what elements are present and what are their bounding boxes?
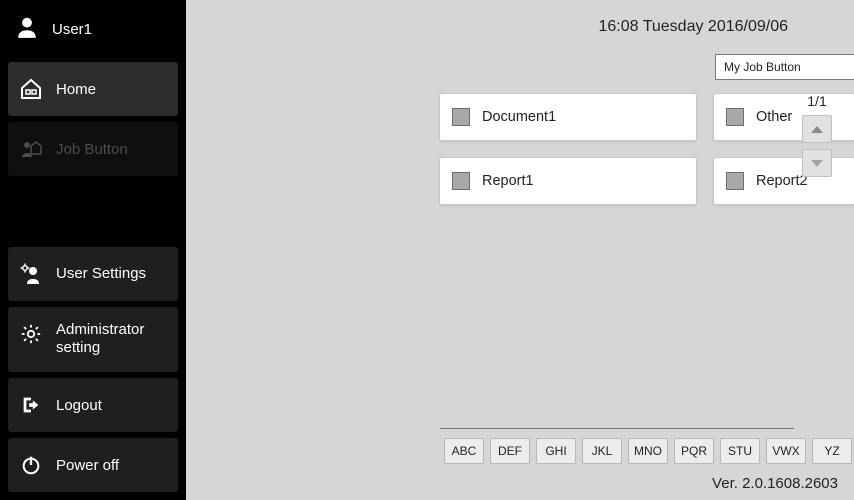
alpha-key-mno[interactable]: MNO bbox=[628, 438, 668, 464]
alpha-key-label: DEF bbox=[498, 444, 522, 458]
job-button-label: Report1 bbox=[482, 173, 534, 189]
triangle-up-icon bbox=[811, 126, 823, 133]
sidebar-item-label: Home bbox=[56, 81, 96, 98]
alpha-key-jkl[interactable]: JKL bbox=[582, 438, 622, 464]
sidebar-item-label: Job Button bbox=[56, 141, 128, 158]
alpha-filter-row: ABC DEF GHI JKL MNO PQR STU VWX YZ 0-9 bbox=[444, 438, 854, 464]
alpha-key-label: STU bbox=[728, 444, 752, 458]
job-button-label: Report2 bbox=[756, 173, 808, 189]
sidebar-item-label-line1: Administrator bbox=[56, 321, 144, 340]
alpha-key-label: ABC bbox=[452, 444, 477, 458]
job-thumbnail-icon bbox=[726, 172, 744, 190]
job-thumbnail-icon bbox=[452, 108, 470, 126]
sidebar-item-label: User Settings bbox=[56, 265, 146, 282]
main-area: 16:08 Tuesday 2016/09/06 My Job Button D… bbox=[186, 0, 854, 500]
alpha-key-label: PQR bbox=[681, 444, 707, 458]
sidebar-item-label-stack: Administrator setting bbox=[56, 321, 144, 359]
job-thumbnail-icon bbox=[452, 172, 470, 190]
job-button-label: Document1 bbox=[482, 109, 556, 125]
alpha-key-label: VWX bbox=[772, 444, 799, 458]
datetime-label: 16:08 Tuesday 2016/09/06 bbox=[186, 18, 788, 36]
dropdown-selected-label: My Job Button bbox=[724, 60, 801, 74]
job-button-label: Other bbox=[756, 109, 792, 125]
alpha-key-ghi[interactable]: GHI bbox=[536, 438, 576, 464]
sidebar-item-home[interactable]: Home bbox=[8, 62, 178, 116]
alpha-key-label: JKL bbox=[592, 444, 613, 458]
user-label: User1 bbox=[52, 21, 92, 38]
sidebar-item-logout[interactable]: Logout bbox=[8, 378, 178, 432]
sidebar-item-label: Logout bbox=[56, 397, 102, 414]
sidebar-top: User1 Home Job Button bbox=[8, 8, 178, 176]
sidebar-item-user-settings[interactable]: User Settings bbox=[8, 247, 178, 301]
alpha-key-label: YZ bbox=[824, 444, 839, 458]
job-thumbnail-icon bbox=[726, 108, 744, 126]
sidebar-item-administrator-setting[interactable]: Administrator setting bbox=[8, 307, 178, 373]
logout-icon bbox=[18, 392, 44, 418]
sidebar-item-job-button: Job Button bbox=[8, 122, 178, 176]
sidebar-item-label-line2: setting bbox=[56, 339, 144, 358]
user-block: User1 bbox=[8, 8, 178, 56]
job-button-other[interactable]: Other bbox=[713, 93, 854, 141]
alpha-key-yz[interactable]: YZ bbox=[812, 438, 852, 464]
alpha-key-pqr[interactable]: PQR bbox=[674, 438, 714, 464]
alpha-key-stu[interactable]: STU bbox=[720, 438, 760, 464]
job-button-report2[interactable]: Report2 bbox=[713, 157, 854, 205]
power-icon bbox=[18, 452, 44, 478]
job-button-report1[interactable]: Report1 bbox=[439, 157, 697, 205]
job-button-document1[interactable]: Document1 bbox=[439, 93, 697, 141]
sidebar-item-power-off[interactable]: Power off bbox=[8, 438, 178, 492]
alpha-key-def[interactable]: DEF bbox=[490, 438, 530, 464]
page-up-button[interactable] bbox=[802, 115, 832, 143]
gear-icon bbox=[18, 321, 44, 347]
user-settings-icon bbox=[18, 261, 44, 287]
version-label: Ver. 2.0.1608.2603 bbox=[712, 475, 838, 492]
alpha-key-label: MNO bbox=[634, 444, 662, 458]
sidebar-item-label: Power off bbox=[56, 457, 119, 474]
sidebar-bottom: User Settings Administrator setting Logo… bbox=[8, 247, 178, 493]
job-button-dropdown[interactable]: My Job Button bbox=[715, 54, 854, 80]
page-indicator: 1/1 bbox=[807, 93, 826, 109]
user-home-icon bbox=[18, 136, 44, 162]
sidebar: User1 Home Job Button User Settings bbox=[0, 0, 186, 500]
pager: 1/1 bbox=[802, 93, 832, 177]
job-button-grid: Document1 Other Report1 Report2 bbox=[439, 93, 854, 205]
triangle-down-icon bbox=[811, 160, 823, 167]
divider bbox=[440, 428, 794, 429]
alpha-key-abc[interactable]: ABC bbox=[444, 438, 484, 464]
page-down-button[interactable] bbox=[802, 149, 832, 177]
user-icon bbox=[14, 14, 40, 44]
alpha-key-vwx[interactable]: VWX bbox=[766, 438, 806, 464]
alpha-key-label: GHI bbox=[545, 444, 566, 458]
home-icon bbox=[18, 76, 44, 102]
